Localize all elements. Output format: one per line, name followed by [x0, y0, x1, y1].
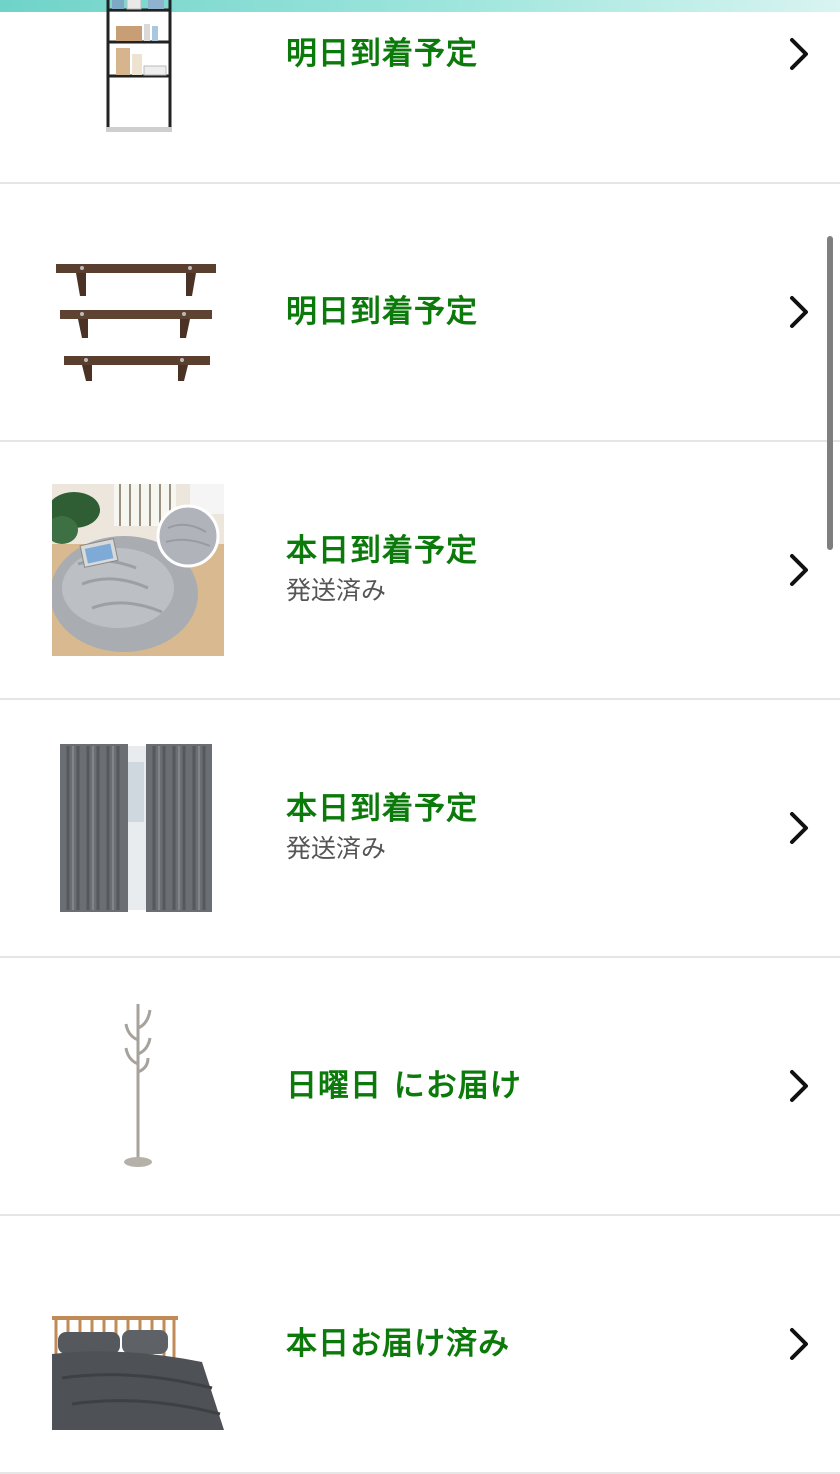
wall-shelves-image: [52, 226, 224, 398]
chevron-right-icon[interactable]: [784, 808, 814, 848]
delivery-status: 本日到着予定: [286, 791, 478, 827]
chevron-right-icon[interactable]: [784, 34, 814, 74]
order-row[interactable]: 本日お届け済み: [0, 1216, 840, 1474]
delivery-status: 本日お届け済み: [286, 1326, 510, 1362]
order-row[interactable]: 本日到着予定 発送済み: [0, 700, 840, 958]
delivery-status: 本日到着予定: [286, 533, 478, 569]
ladder-shelf-image: [52, 0, 224, 140]
chevron-right-icon[interactable]: [784, 1066, 814, 1106]
chevron-right-icon[interactable]: [784, 292, 814, 332]
delivery-status: 日曜日 にお届け: [286, 1068, 522, 1104]
chevron-right-icon[interactable]: [784, 550, 814, 590]
gray-curtains-image: [52, 742, 224, 914]
shipping-status: 発送済み: [286, 576, 387, 605]
shipping-status: 発送済み: [286, 834, 387, 863]
order-info: 明日到着予定: [286, 0, 478, 182]
order-list: 明日到着予定 明日到着予定 本日到着予定 発送済み 本日到着予定 発送済み 日曜…: [0, 0, 840, 1474]
order-info: 本日到着予定 発送済み: [286, 700, 478, 956]
chevron-right-icon[interactable]: [784, 1324, 814, 1364]
order-info: 明日到着予定: [286, 184, 478, 440]
order-info: 本日到着予定 発送済み: [286, 442, 478, 698]
order-info: 本日お届け済み: [286, 1216, 510, 1472]
order-row[interactable]: 日曜日 にお届け: [0, 958, 840, 1216]
order-info: 日曜日 にお届け: [286, 958, 522, 1214]
delivery-status: 明日到着予定: [286, 294, 478, 330]
order-row[interactable]: 明日到着予定: [0, 0, 840, 184]
scrollbar[interactable]: [827, 236, 833, 550]
bed-image: [52, 1258, 224, 1430]
coat-rack-image: [52, 1000, 224, 1172]
order-row[interactable]: 本日到着予定 発送済み: [0, 442, 840, 700]
order-row[interactable]: 明日到着予定: [0, 184, 840, 442]
delivery-status: 明日到着予定: [286, 36, 478, 72]
fluffy-rug-image: [52, 484, 224, 656]
